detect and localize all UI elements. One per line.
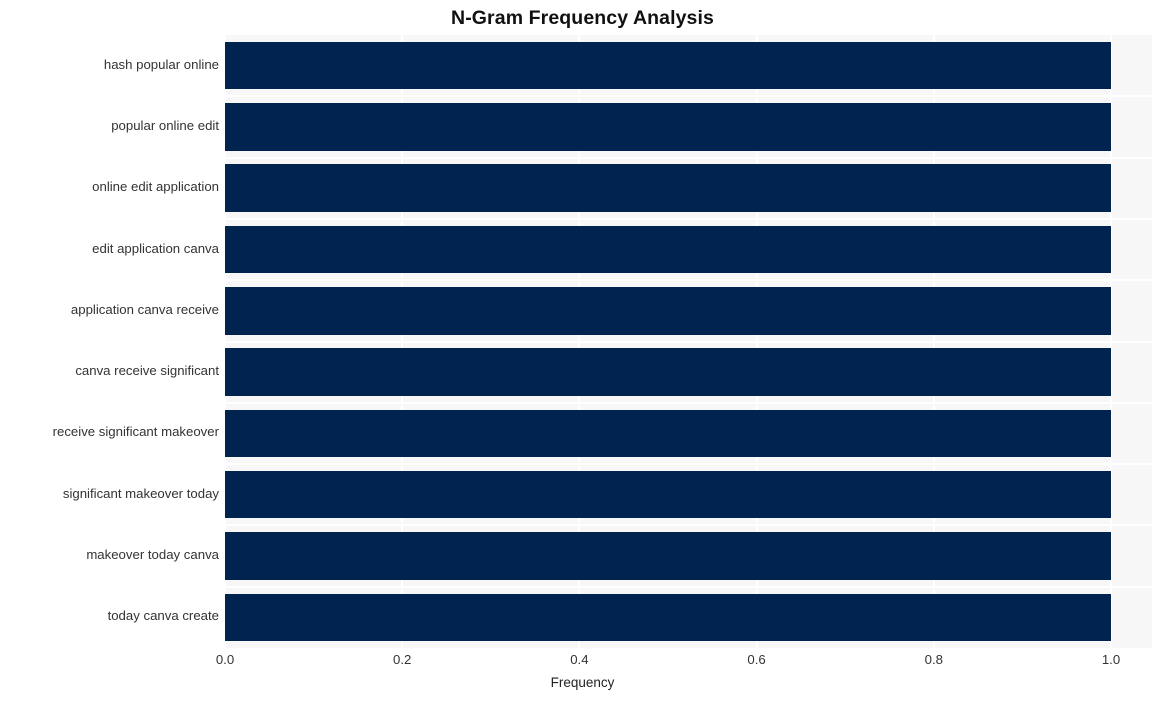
horizontal-gridline bbox=[225, 95, 1152, 98]
bar bbox=[225, 348, 1111, 396]
horizontal-gridline bbox=[225, 524, 1152, 527]
bar bbox=[225, 164, 1111, 212]
y-axis-tick-labels: hash popular online popular online edit on… bbox=[0, 35, 219, 648]
bar bbox=[225, 41, 1111, 90]
bar bbox=[225, 225, 1111, 274]
y-axis-tick-label: online edit application bbox=[92, 179, 219, 195]
chart-figure: N-Gram Frequency Analysis hash popular o… bbox=[0, 0, 1165, 701]
horizontal-gridline bbox=[225, 279, 1152, 282]
y-axis-tick-label: canva receive significant bbox=[75, 363, 219, 379]
bar bbox=[225, 409, 1111, 458]
x-axis-tick-label: 0.0 bbox=[215, 652, 235, 667]
y-axis-tick-label: today canva create bbox=[107, 608, 219, 624]
x-axis-tick-label: 0.2 bbox=[393, 652, 412, 667]
y-axis-tick-label: edit application canva bbox=[92, 240, 219, 256]
bar bbox=[225, 532, 1111, 580]
x-axis-tick-label: 0.4 bbox=[570, 652, 589, 667]
y-axis-tick-label: significant makeover today bbox=[62, 485, 219, 501]
chart-title: N-Gram Frequency Analysis bbox=[451, 7, 714, 29]
bar bbox=[225, 593, 1111, 642]
horizontal-gridline bbox=[225, 463, 1152, 466]
horizontal-gridline bbox=[225, 217, 1152, 220]
bar bbox=[225, 287, 1111, 335]
y-axis-tick-label: popular online edit bbox=[111, 117, 219, 133]
y-axis-tick-label: hash popular online bbox=[103, 56, 219, 72]
plot-area bbox=[225, 35, 1152, 648]
x-axis-tick-label: 0.8 bbox=[924, 652, 943, 667]
x-axis-tick-label: 1.0 bbox=[1101, 652, 1121, 667]
y-axis-tick-label: application canva receive bbox=[70, 301, 219, 317]
x-axis-tick-label: 0.6 bbox=[747, 652, 766, 667]
y-axis-tick-label: makeover today canva bbox=[86, 547, 219, 563]
x-axis-title: Frequency bbox=[550, 675, 615, 690]
bar bbox=[225, 103, 1111, 151]
horizontal-gridline bbox=[225, 156, 1152, 159]
horizontal-gridline bbox=[225, 585, 1152, 588]
horizontal-gridline bbox=[225, 340, 1152, 343]
x-axis-tick-labels: 0.0 0.2 0.4 0.6 0.8 1.0 bbox=[0, 652, 1165, 672]
y-axis-tick-label: receive significant makeover bbox=[52, 424, 219, 440]
horizontal-gridline bbox=[225, 401, 1152, 404]
bar bbox=[225, 470, 1111, 519]
